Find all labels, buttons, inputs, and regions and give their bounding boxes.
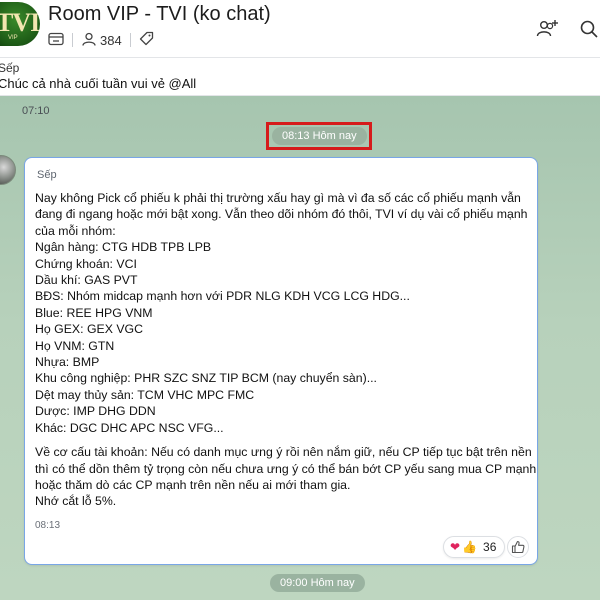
pinned-sender: Sếp	[0, 61, 20, 75]
message-bubble[interactable]: Sếp Nay không Pick cổ phiếu k phải thị t…	[24, 157, 538, 565]
date-divider: 09:00 Hôm nay	[270, 574, 365, 592]
message-line: Nay không Pick cổ phiếu k phải thị trườn…	[35, 191, 521, 205]
message-line: hoặc thăm dò các CP mạnh trên nền nếu ai…	[35, 477, 351, 492]
community-icon[interactable]	[48, 32, 64, 49]
message-line: Họ GEX: GEX VGC	[35, 322, 143, 337]
message-line: BĐS: Nhóm midcap mạnh hơn với PDR NLG KD…	[35, 289, 410, 304]
search-icon[interactable]	[576, 16, 600, 42]
meta-divider	[72, 33, 73, 47]
message-line: Khu công nghiệp: PHR SZC SNZ TIP BCM (na…	[35, 371, 377, 386]
message-line: Họ VNM: GTN	[35, 338, 115, 353]
reaction-count: 36	[483, 540, 497, 554]
avatar-logo-sub: VIP	[8, 35, 18, 41]
message-line: Dệt may thủy sản: TCM VHC MPC FMC	[35, 387, 255, 402]
tag-icon[interactable]	[139, 31, 154, 49]
message-line: Chứng khoán: VCI	[35, 256, 137, 271]
group-avatar[interactable]: TVI VIP	[0, 2, 40, 46]
message-line: Dược: IMP DHG DDN	[35, 404, 156, 419]
highlight-box	[266, 122, 372, 150]
chat-area[interactable]: 07:10 08:13 Hôm nay Sếp Nay không Pick c…	[0, 96, 600, 600]
pinned-text: Chúc cả nhà cuối tuần vui vẻ @All	[0, 76, 197, 91]
message-line: đang đi ngang hoặc mới bật xong. Vẫn the…	[35, 207, 528, 222]
group-meta: 384	[48, 31, 154, 49]
message-line: Ngân hàng: CTG HDB TPB LPB	[35, 240, 212, 255]
sender-avatar[interactable]	[0, 155, 16, 185]
message-line: Về cơ cấu tài khoản: Nếu có danh mục ưng…	[35, 445, 532, 460]
member-count[interactable]: 384	[100, 33, 122, 48]
like-reaction: 👍	[462, 540, 478, 554]
heart-reaction: ❤	[450, 540, 461, 554]
message-line: Nhựa: BMP	[35, 355, 100, 370]
message-line: Blue: REE HPG VNM	[35, 305, 153, 320]
message-line: Khác: DGC DHC APC NSC VFG...	[35, 420, 224, 435]
message-line: Nhớ cắt lỗ 5%.	[35, 494, 117, 509]
meta-divider	[129, 33, 131, 47]
message-line: thì có thể dồn thêm tỷ trọng còn nếu chư…	[35, 461, 537, 476]
add-member-icon[interactable]	[534, 16, 560, 42]
message-time: 08:13	[35, 520, 61, 531]
pinned-message[interactable]: Sếp Chúc cả nhà cuối tuần vui vẻ @All	[0, 58, 600, 96]
message-line: Dầu khí: GAS PVT	[35, 273, 138, 288]
message-body: Nay không Pick cổ phiếu k phải thị trườn…	[35, 190, 537, 510]
chat-header: TVI VIP Room VIP - TVI (ko chat) 384	[0, 0, 600, 58]
thumbs-up-icon[interactable]	[507, 536, 529, 558]
avatar-logo-text: TVI	[0, 8, 40, 37]
members-icon[interactable]	[81, 32, 97, 49]
group-title[interactable]: Room VIP - TVI (ko chat)	[48, 3, 271, 26]
reaction-summary[interactable]: ❤ 👍 36	[443, 536, 506, 558]
message-line: của mỗi nhóm:	[35, 223, 116, 238]
previous-message-time: 07:10	[22, 105, 50, 117]
message-sender: Sếp	[37, 169, 57, 181]
